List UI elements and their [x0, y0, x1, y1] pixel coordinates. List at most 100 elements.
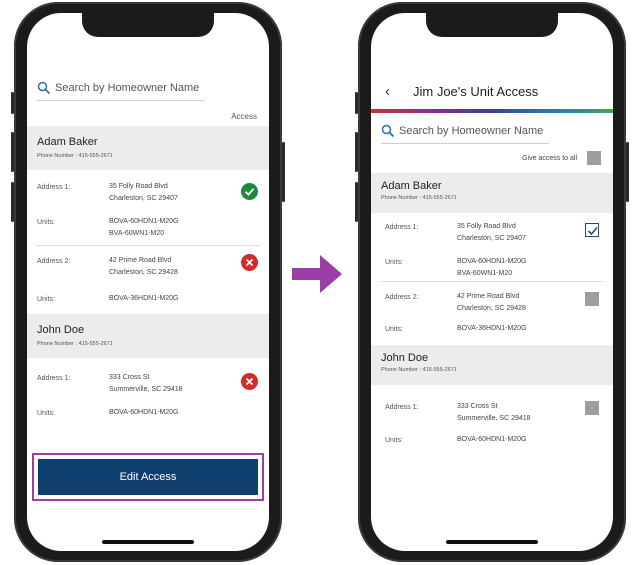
access-granted-status — [241, 183, 258, 200]
give-access-to-all-label: Give access to all — [522, 155, 577, 162]
homeowner-header[interactable]: Adam Baker Phone Number : 415-555-2671 — [371, 173, 613, 213]
units-label: Units: — [385, 259, 403, 266]
homeowner-header[interactable]: John Doe Phone Number : 415-555-2671 — [371, 345, 613, 385]
home-indicator — [102, 540, 194, 544]
address-line2: Charleston, SC 29407 — [457, 235, 526, 242]
notch — [82, 13, 214, 37]
edit-access-highlight: Edit Access — [32, 453, 264, 501]
address-access-checkbox[interactable] — [585, 223, 599, 237]
units-label: Units: — [37, 219, 55, 226]
address-line2: Charleston, SC 29407 — [109, 195, 178, 202]
units-value: BOVA-36HDN1-M20G — [457, 323, 527, 335]
unit-model: BOVA-60HDN1-M20G — [457, 436, 527, 443]
homeowner-header[interactable]: Adam Baker Phone Number : 415-555-2671 — [27, 126, 269, 170]
address-line1: 35 Folly Road Blvd — [109, 183, 168, 190]
homeowner-phone: Phone Number : 415-555-2671 — [381, 367, 457, 373]
unit-model: BOVA-36HDN1-M20G — [109, 295, 179, 302]
volume-up-button — [355, 132, 358, 172]
address-line1: 333 Cross St — [109, 374, 150, 381]
row-divider — [381, 281, 603, 282]
unit-model: BOVA-60HDN1-M20G — [457, 258, 527, 265]
page-title: Jim Joe's Unit Access — [413, 84, 539, 99]
address-line1: 35 Folly Road Blvd — [457, 223, 516, 230]
homeowner-phone: Phone Number : 415-555-2671 — [37, 341, 113, 347]
back-button[interactable]: ‹ — [385, 83, 390, 100]
search-field[interactable]: Search by Homeowner Name — [381, 122, 599, 144]
units-label: Units: — [385, 437, 403, 444]
address-value: 42 Prime Road Blvd Charleston, SC 29428 — [457, 291, 526, 315]
arrow-right-icon — [292, 255, 342, 293]
units-value: BOVA-60HDN1-M20G BVA-60WN1-M20 — [109, 216, 179, 240]
search-icon — [381, 124, 395, 138]
units-label: Units: — [37, 296, 55, 303]
address-label: Address 1: — [37, 375, 71, 382]
address-value: 35 Folly Road Blvd Charleston, SC 29407 — [109, 181, 178, 205]
x-circle-icon — [245, 258, 254, 267]
units-label: Units: — [37, 410, 55, 417]
volume-down-button — [11, 182, 14, 222]
homeowner-header[interactable]: John Doe Phone Number : 415-555-2671 — [27, 314, 269, 358]
x-circle-icon — [245, 377, 254, 386]
address-line2: Charleston, SC 29428 — [109, 269, 178, 276]
address-label: Address 1: — [385, 404, 419, 411]
homeowner-name: Adam Baker — [381, 180, 442, 192]
unit-model: BVA-60WN1-M20 — [457, 270, 513, 277]
access-column-header: Access — [231, 112, 257, 121]
address-line1: 42 Prime Road Blvd — [109, 257, 172, 264]
address-access-checkbox[interactable] — [585, 292, 599, 306]
address-label: Address 1: — [37, 184, 71, 191]
address-label: Address 2: — [385, 294, 419, 301]
left-screen: Search by Homeowner Name Access Adam Bak… — [27, 13, 269, 551]
search-underline — [37, 100, 205, 101]
search-placeholder: Search by Homeowner Name — [399, 125, 544, 137]
address-label: Address 1: — [385, 224, 419, 231]
units-value: BOVA-60HDN1-M20G — [109, 407, 179, 419]
address-value: 333 Cross St Summerville, SC 29418 — [109, 372, 183, 396]
access-denied-status — [241, 254, 258, 271]
units-value: BOVA-36HDN1-M20G — [109, 293, 179, 305]
unit-model: BOVA-36HDN1-M20G — [457, 325, 527, 332]
address-line2: Charleston, SC 29428 — [457, 305, 526, 312]
homeowner-phone: Phone Number : 415-555-2671 — [381, 195, 457, 201]
address-value: 333 Cross St Summerville, SC 29418 — [457, 401, 531, 425]
give-access-to-all-checkbox[interactable] — [587, 151, 601, 165]
homeowner-name: Adam Baker — [37, 136, 98, 148]
mute-switch — [11, 92, 14, 114]
right-screen: ‹ Jim Joe's Unit Access Search by Homeow… — [371, 13, 613, 551]
address-label: Address 2: — [37, 258, 71, 265]
home-indicator — [446, 540, 538, 544]
power-button — [282, 142, 285, 202]
address-line2: Summerville, SC 29418 — [457, 415, 531, 422]
address-line2: Summerville, SC 29418 — [109, 386, 183, 393]
search-field[interactable]: Search by Homeowner Name — [37, 79, 255, 101]
address-value: 35 Folly Road Blvd Charleston, SC 29407 — [457, 221, 526, 245]
notch — [426, 13, 558, 37]
address-line1: 333 Cross St — [457, 403, 498, 410]
units-value: BOVA-60HDN1-M20G BVA-60WN1-M20 — [457, 256, 527, 280]
mute-switch — [355, 92, 358, 114]
unit-model: BOVA-60HDN1-M20G — [109, 409, 179, 416]
address-access-checkbox[interactable] — [585, 401, 599, 415]
address-value: 42 Prime Road Blvd Charleston, SC 29428 — [109, 255, 178, 279]
edit-access-button[interactable]: Edit Access — [38, 459, 258, 495]
access-denied-status — [241, 373, 258, 390]
units-value: BOVA-60HDN1-M20G — [457, 434, 527, 446]
volume-up-button — [11, 132, 14, 172]
check-circle-icon — [244, 188, 255, 196]
power-button — [626, 142, 629, 202]
volume-down-button — [355, 182, 358, 222]
checkbox-checked-icon — [587, 226, 598, 236]
phone-right: ‹ Jim Joe's Unit Access Search by Homeow… — [355, 2, 629, 562]
search-underline — [381, 143, 549, 144]
brand-color-bar — [371, 109, 613, 113]
unit-model: BVA-60WN1-M20 — [109, 230, 165, 237]
phone-left: Search by Homeowner Name Access Adam Bak… — [11, 2, 285, 562]
row-divider — [35, 245, 261, 246]
screen-header: ‹ Jim Joe's Unit Access — [371, 75, 613, 109]
homeowner-phone: Phone Number : 415-555-2671 — [37, 153, 113, 159]
search-icon — [37, 81, 51, 95]
unit-model: BOVA-60HDN1-M20G — [109, 218, 179, 225]
search-placeholder: Search by Homeowner Name — [55, 82, 200, 94]
address-line1: 42 Prime Road Blvd — [457, 293, 520, 300]
homeowner-name: John Doe — [381, 352, 429, 364]
